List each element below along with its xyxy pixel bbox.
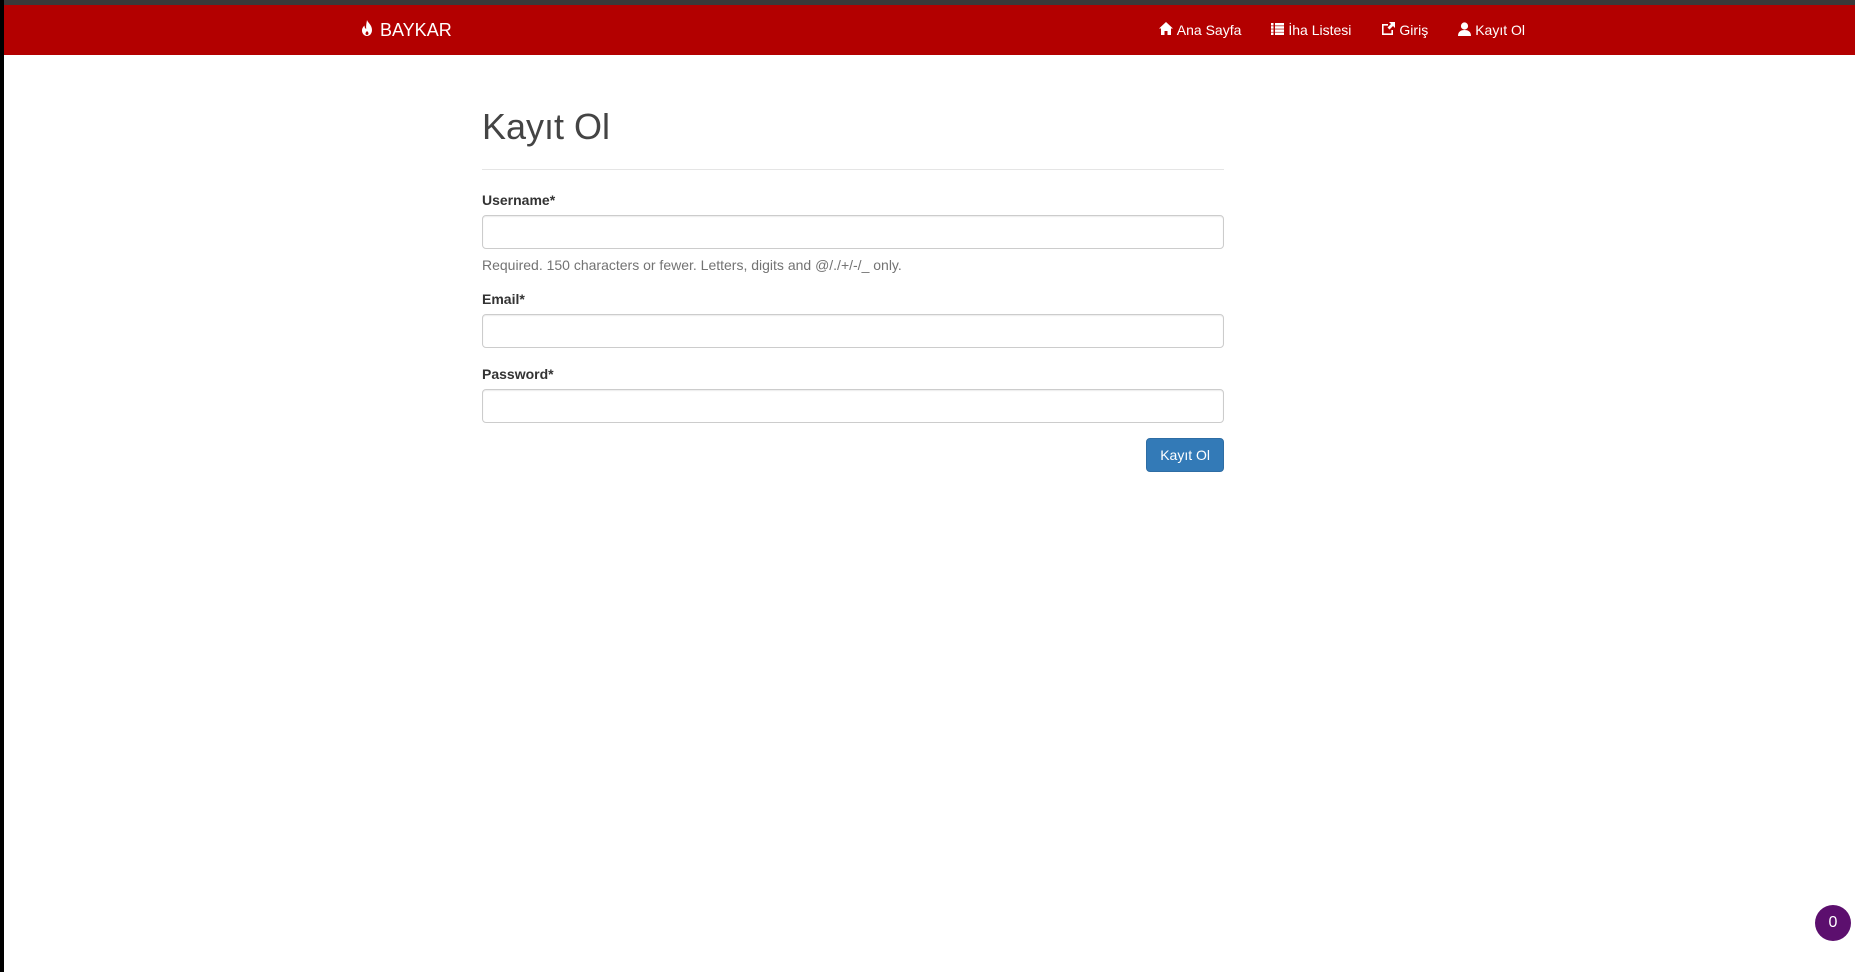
nav-item-label: Kayıt Ol	[1475, 22, 1525, 38]
nav-item-label: İha Listesi	[1288, 22, 1352, 38]
navbar: BAYKAR Ana Sayfa İha Listesi Giriş Kayıt…	[4, 5, 1855, 55]
nav-menu: Ana Sayfa İha Listesi Giriş Kayıt Ol	[1129, 5, 1525, 55]
nav-item-label: Ana Sayfa	[1176, 22, 1242, 38]
nav-item-register[interactable]: Kayıt Ol	[1458, 21, 1525, 39]
nav-item-login[interactable]: Giriş	[1381, 22, 1428, 38]
username-label: Username*	[482, 191, 556, 208]
fire-icon	[360, 19, 380, 41]
user-icon	[1458, 21, 1475, 39]
email-input[interactable]	[482, 313, 1224, 348]
register-submit-button[interactable]: Kayıt Ol	[1146, 437, 1224, 472]
nav-item-label: Giriş	[1399, 22, 1429, 38]
form-actions: Kayıt Ol	[482, 437, 1224, 472]
password-input[interactable]	[482, 388, 1224, 423]
password-group: Password*	[482, 366, 1224, 423]
login-icon	[1381, 22, 1399, 38]
page-title: Kayıt Ol	[482, 106, 611, 147]
floating-counter-badge[interactable]: 0	[1815, 905, 1851, 941]
email-label: Email*	[482, 290, 525, 307]
nav-item-iha-list[interactable]: İha Listesi	[1271, 22, 1351, 38]
brand-link[interactable]: BAYKAR	[360, 5, 452, 55]
username-help-text: Required. 150 characters or fewer. Lette…	[482, 256, 902, 273]
password-label: Password*	[482, 365, 554, 382]
email-group: Email*	[482, 291, 1224, 348]
username-input[interactable]	[482, 214, 1224, 249]
home-icon	[1158, 22, 1177, 38]
username-group: Username* Required. 150 characters or fe…	[482, 192, 1224, 273]
nav-item-home[interactable]: Ana Sayfa	[1158, 22, 1242, 38]
register-form: Kayıt Ol Username* Required. 150 charact…	[482, 55, 1224, 472]
divider	[482, 168, 1224, 170]
brand-name: BAYKAR	[380, 19, 452, 40]
page: BAYKAR Ana Sayfa İha Listesi Giriş Kayıt…	[4, 0, 1855, 972]
list-icon	[1271, 22, 1288, 38]
